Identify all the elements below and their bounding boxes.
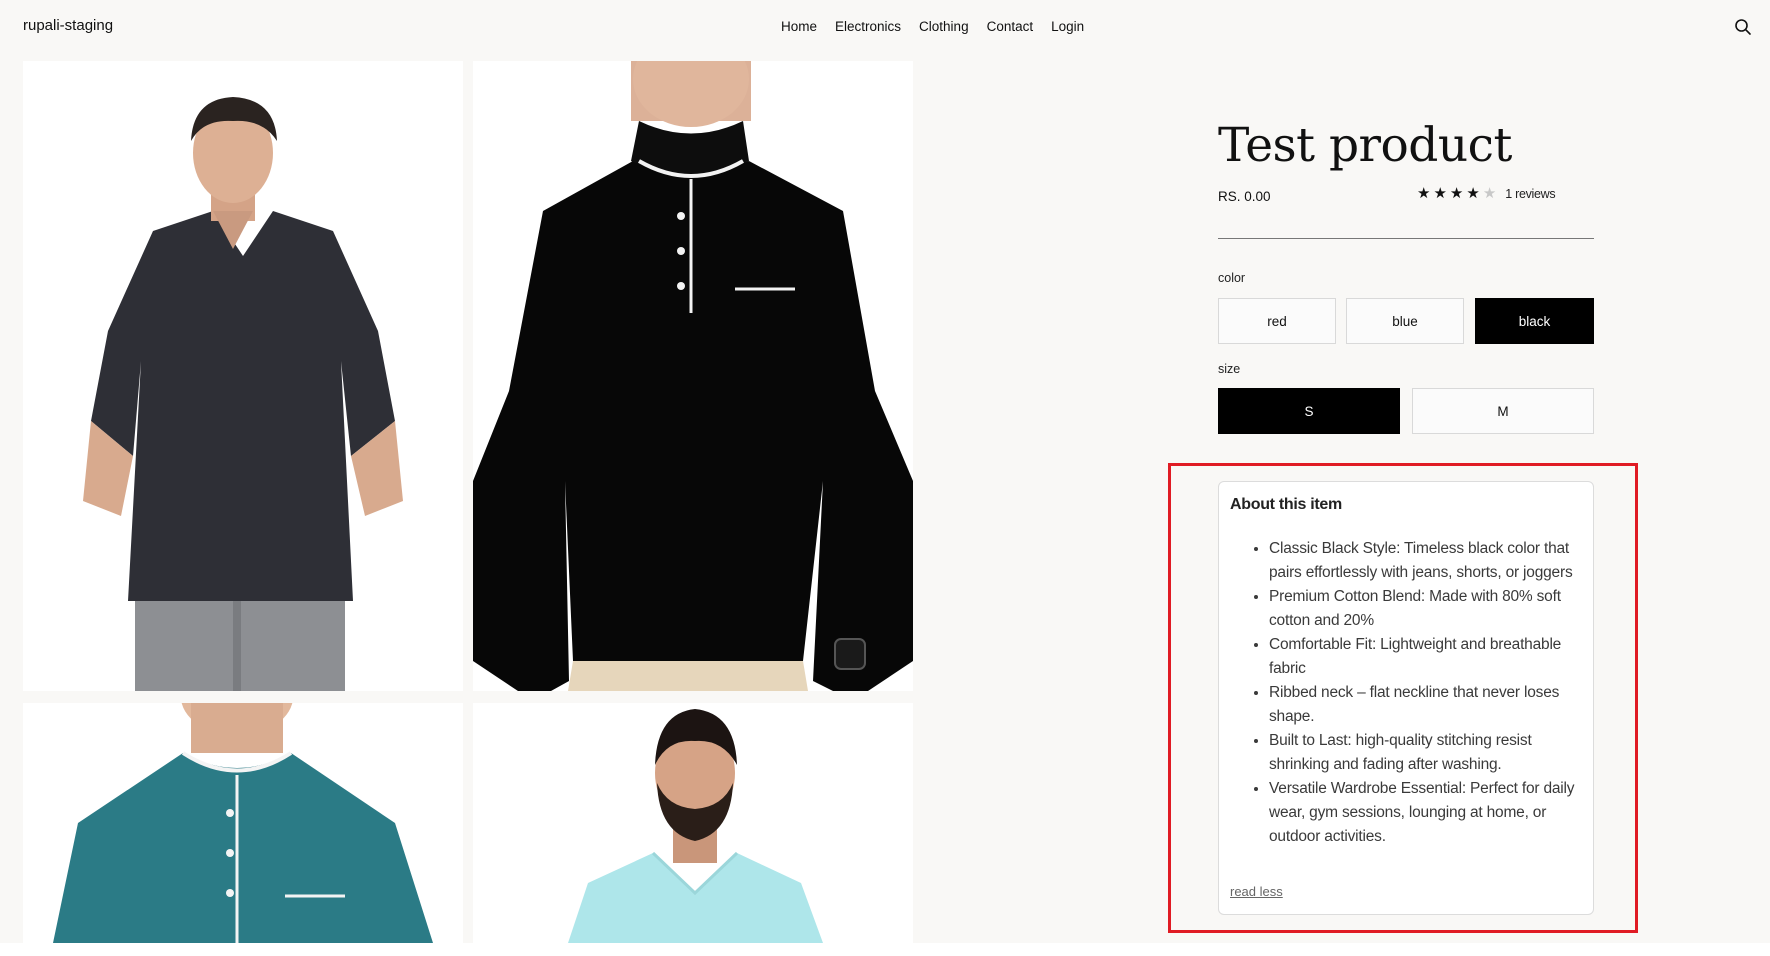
nav-electronics[interactable]: Electronics — [835, 19, 901, 34]
list-item: Ribbed neck – flat neckline that never l… — [1269, 681, 1585, 729]
star-icon: ★ — [1466, 185, 1480, 202]
product-rating[interactable]: ★ ★ ★ ★ ★ 1 reviews — [1417, 185, 1556, 202]
product-image-4[interactable] — [473, 703, 913, 943]
product-title: Test product — [1218, 118, 1512, 173]
nav-home[interactable]: Home — [781, 19, 817, 34]
divider — [1218, 238, 1594, 239]
size-option-m[interactable]: M — [1412, 388, 1594, 434]
page-footer-strip — [0, 943, 1770, 956]
size-option-s[interactable]: S — [1218, 388, 1400, 434]
product-price: RS. 0.00 — [1218, 189, 1271, 204]
color-option-black[interactable]: black — [1475, 298, 1594, 344]
size-label: size — [1218, 362, 1241, 376]
brand-name[interactable]: rupali-staging — [23, 17, 113, 34]
site-header: rupali-staging Home Electronics Clothing… — [0, 0, 1770, 52]
read-less-link[interactable]: read less — [1230, 884, 1283, 899]
reviews-count[interactable]: 1 reviews — [1505, 187, 1555, 201]
color-option-blue[interactable]: blue — [1346, 298, 1464, 344]
star-icon: ★ — [1433, 185, 1447, 202]
main-nav: Home Electronics Clothing Contact Login — [781, 19, 1084, 34]
about-item-panel: About this item Classic Black Style: Tim… — [1218, 481, 1594, 915]
nav-login[interactable]: Login — [1051, 19, 1084, 34]
star-empty-icon: ★ — [1482, 185, 1497, 202]
about-list: Classic Black Style: Timeless black colo… — [1269, 537, 1585, 849]
product-image-3[interactable] — [23, 703, 463, 943]
search-icon[interactable] — [1733, 17, 1753, 37]
color-option-red[interactable]: red — [1218, 298, 1336, 344]
nav-clothing[interactable]: Clothing — [919, 19, 969, 34]
list-item: Classic Black Style: Timeless black colo… — [1269, 537, 1585, 585]
star-icon: ★ — [1417, 185, 1431, 202]
star-icon: ★ — [1449, 185, 1464, 202]
list-item: Built to Last: high-quality stitching re… — [1269, 729, 1585, 777]
color-label: color — [1218, 271, 1246, 285]
list-item: Comfortable Fit: Lightweight and breatha… — [1269, 633, 1585, 681]
nav-contact[interactable]: Contact — [987, 19, 1034, 34]
list-item: Versatile Wardrobe Essential: Perfect fo… — [1269, 777, 1585, 849]
product-image-1[interactable] — [23, 61, 463, 691]
about-heading: About this item — [1230, 496, 1342, 513]
product-image-2[interactable] — [473, 61, 913, 691]
list-item: Premium Cotton Blend: Made with 80% soft… — [1269, 585, 1585, 633]
